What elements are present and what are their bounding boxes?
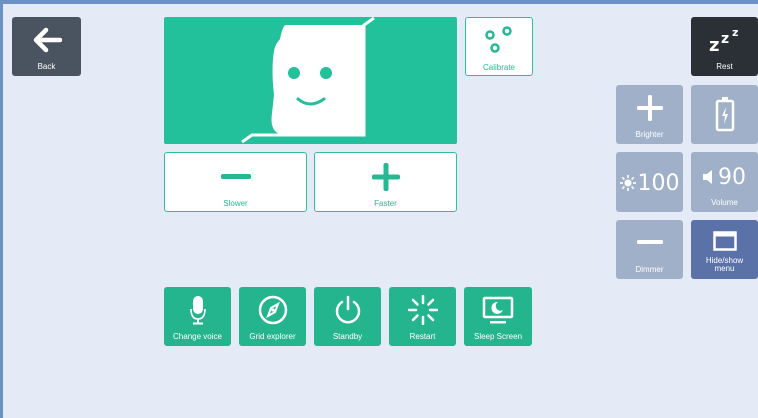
slower-label: Slower: [223, 199, 248, 208]
speaker-icon: [703, 170, 712, 184]
battery-charging-icon: [691, 94, 758, 134]
grid-explorer-button[interactable]: Grid explorer: [239, 287, 306, 346]
svg-text:z: z: [709, 35, 719, 53]
back-button[interactable]: Back: [12, 17, 81, 76]
hide-show-menu-button[interactable]: Hide/show menu: [691, 220, 758, 279]
brightness-value: 100: [637, 170, 680, 196]
standby-label: Standby: [332, 332, 363, 341]
calibrate-button[interactable]: Calibrate: [465, 17, 533, 76]
brighter-label: Brighter: [635, 130, 664, 139]
volume-control[interactable]: 90 Volume: [691, 152, 758, 212]
plus-icon: [616, 94, 683, 122]
rest-button[interactable]: z z z Rest: [691, 17, 758, 76]
sleep-screen-button[interactable]: Sleep Screen: [464, 287, 532, 346]
sleep-screen-label: Sleep Screen: [473, 332, 523, 341]
power-icon: [314, 294, 381, 326]
volume-label: Volume: [711, 198, 738, 207]
compass-icon: [239, 294, 306, 326]
svg-text:z: z: [732, 26, 738, 39]
dimmer-label: Dimmer: [635, 265, 664, 274]
volume-value: 90: [718, 164, 746, 190]
plus-icon: [315, 162, 456, 192]
window-top-border: [0, 0, 758, 4]
face-panel: [164, 17, 457, 144]
restart-button[interactable]: Restart: [389, 287, 456, 346]
calibrate-dots-icon: [466, 24, 532, 54]
sleep-screen-icon: [464, 295, 532, 325]
change-voice-label: Change voice: [173, 332, 222, 341]
restart-label: Restart: [409, 332, 436, 341]
window-icon: [691, 228, 758, 254]
faster-button[interactable]: Faster: [314, 152, 457, 212]
zzz-icon: z z z: [691, 24, 758, 54]
back-label: Back: [37, 62, 56, 71]
brightness-level: 100: [616, 152, 683, 212]
face-icon: [241, 17, 375, 144]
hide-show-menu-label: Hide/show menu: [705, 256, 744, 273]
restart-icon: [389, 294, 456, 326]
svg-text:z: z: [721, 31, 729, 47]
arrow-left-icon: [12, 26, 81, 54]
battery-status: [691, 85, 758, 144]
minus-icon: [616, 231, 683, 253]
rest-label: Rest: [716, 62, 733, 71]
microphone-icon: [164, 294, 231, 326]
change-voice-button[interactable]: Change voice: [164, 287, 231, 346]
calibrate-label: Calibrate: [482, 63, 515, 72]
window-left-border: [0, 0, 3, 418]
sun-icon: [619, 175, 636, 191]
slower-button[interactable]: Slower: [164, 152, 307, 212]
minus-icon: [165, 166, 306, 188]
standby-button[interactable]: Standby: [314, 287, 381, 346]
faster-label: Faster: [374, 199, 397, 208]
dimmer-button[interactable]: Dimmer: [616, 220, 683, 279]
brighter-button[interactable]: Brighter: [616, 85, 683, 144]
grid-explorer-label: Grid explorer: [249, 332, 296, 341]
